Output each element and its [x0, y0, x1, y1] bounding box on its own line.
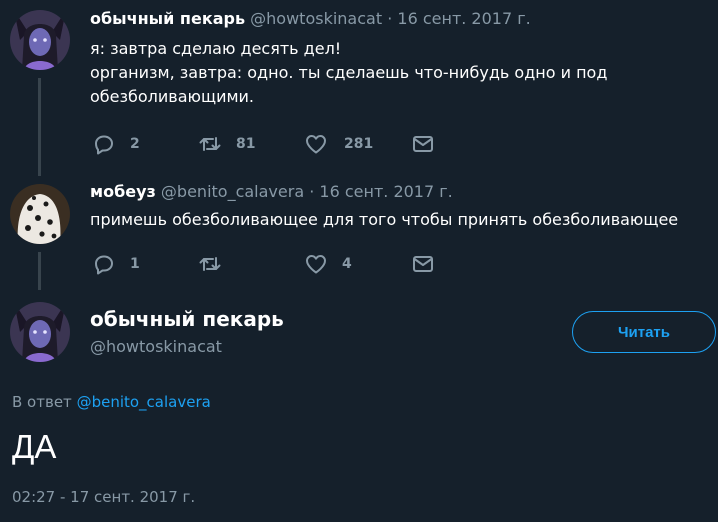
author-name[interactable]: обычный пекарь: [90, 9, 245, 28]
avatar[interactable]: [10, 184, 70, 244]
tweet-actions: 2 81 281: [90, 132, 450, 156]
envelope-icon: [411, 132, 435, 156]
separator: ·: [309, 182, 315, 201]
heart-icon: [304, 252, 328, 276]
thread-line: [38, 252, 41, 290]
reply-button[interactable]: 1: [92, 252, 140, 276]
retweet-count: 81: [236, 136, 256, 152]
dm-button[interactable]: [411, 252, 435, 276]
author-handle[interactable]: @howtoskinacat: [250, 9, 382, 28]
thread-line: [38, 78, 41, 176]
reply-icon: [92, 252, 116, 276]
tweet-text: примешь обезболивающее для того чтобы пр…: [90, 208, 678, 232]
reply-prefix: В ответ: [12, 393, 72, 411]
reply-count: 1: [130, 256, 140, 272]
avatar[interactable]: [10, 10, 70, 70]
author-name[interactable]: мобеуз: [90, 182, 156, 201]
tweet-header: мобеуз @benito_calavera · 16 сент. 2017 …: [90, 182, 453, 202]
author-handle[interactable]: @benito_calavera: [161, 182, 304, 201]
reply-context: В ответ @benito_calavera: [12, 393, 211, 411]
separator: ·: [387, 9, 393, 28]
heart-icon: [304, 132, 328, 156]
like-count: 281: [344, 136, 374, 152]
tweet-date[interactable]: 16 сент. 2017 г.: [319, 182, 452, 201]
retweet-button[interactable]: 81: [198, 132, 255, 156]
envelope-icon: [411, 252, 435, 276]
retweet-icon: [198, 252, 222, 276]
reply-button[interactable]: 2: [92, 132, 140, 156]
tweet-actions: 1 4: [90, 252, 450, 276]
retweet-button[interactable]: [198, 252, 236, 276]
avatar[interactable]: [10, 302, 70, 362]
tweet-line: я: завтра сделаю десять дел!: [90, 39, 342, 58]
tweet-date[interactable]: 16 сент. 2017 г.: [397, 9, 530, 28]
like-button[interactable]: 4: [304, 252, 352, 276]
reply-count: 2: [130, 136, 140, 152]
like-count: 4: [342, 256, 352, 272]
reply-icon: [92, 132, 116, 156]
dm-button[interactable]: [411, 132, 435, 156]
reply-mention-link[interactable]: @benito_calavera: [77, 393, 211, 411]
retweet-icon: [198, 132, 222, 156]
tweet-text: я: завтра сделаю десять дел! организм, з…: [90, 37, 607, 109]
tweet-line: организм, завтра: одно. ты сделаешь что-…: [90, 63, 608, 82]
tweet-timestamp[interactable]: 02:27 - 17 сент. 2017 г.: [12, 488, 195, 506]
author-handle[interactable]: @howtoskinacat: [90, 337, 222, 356]
like-button[interactable]: 281: [304, 132, 373, 156]
main-tweet-text: ДА: [12, 428, 57, 465]
tweet-line: обезболивающими.: [90, 87, 255, 106]
tweet-header: обычный пекарь @howtoskinacat · 16 сент.…: [90, 9, 531, 29]
tweet-line: примешь обезболивающее для того чтобы пр…: [90, 210, 679, 229]
follow-button[interactable]: Читать: [572, 311, 716, 353]
author-name[interactable]: обычный пекарь: [90, 307, 284, 331]
